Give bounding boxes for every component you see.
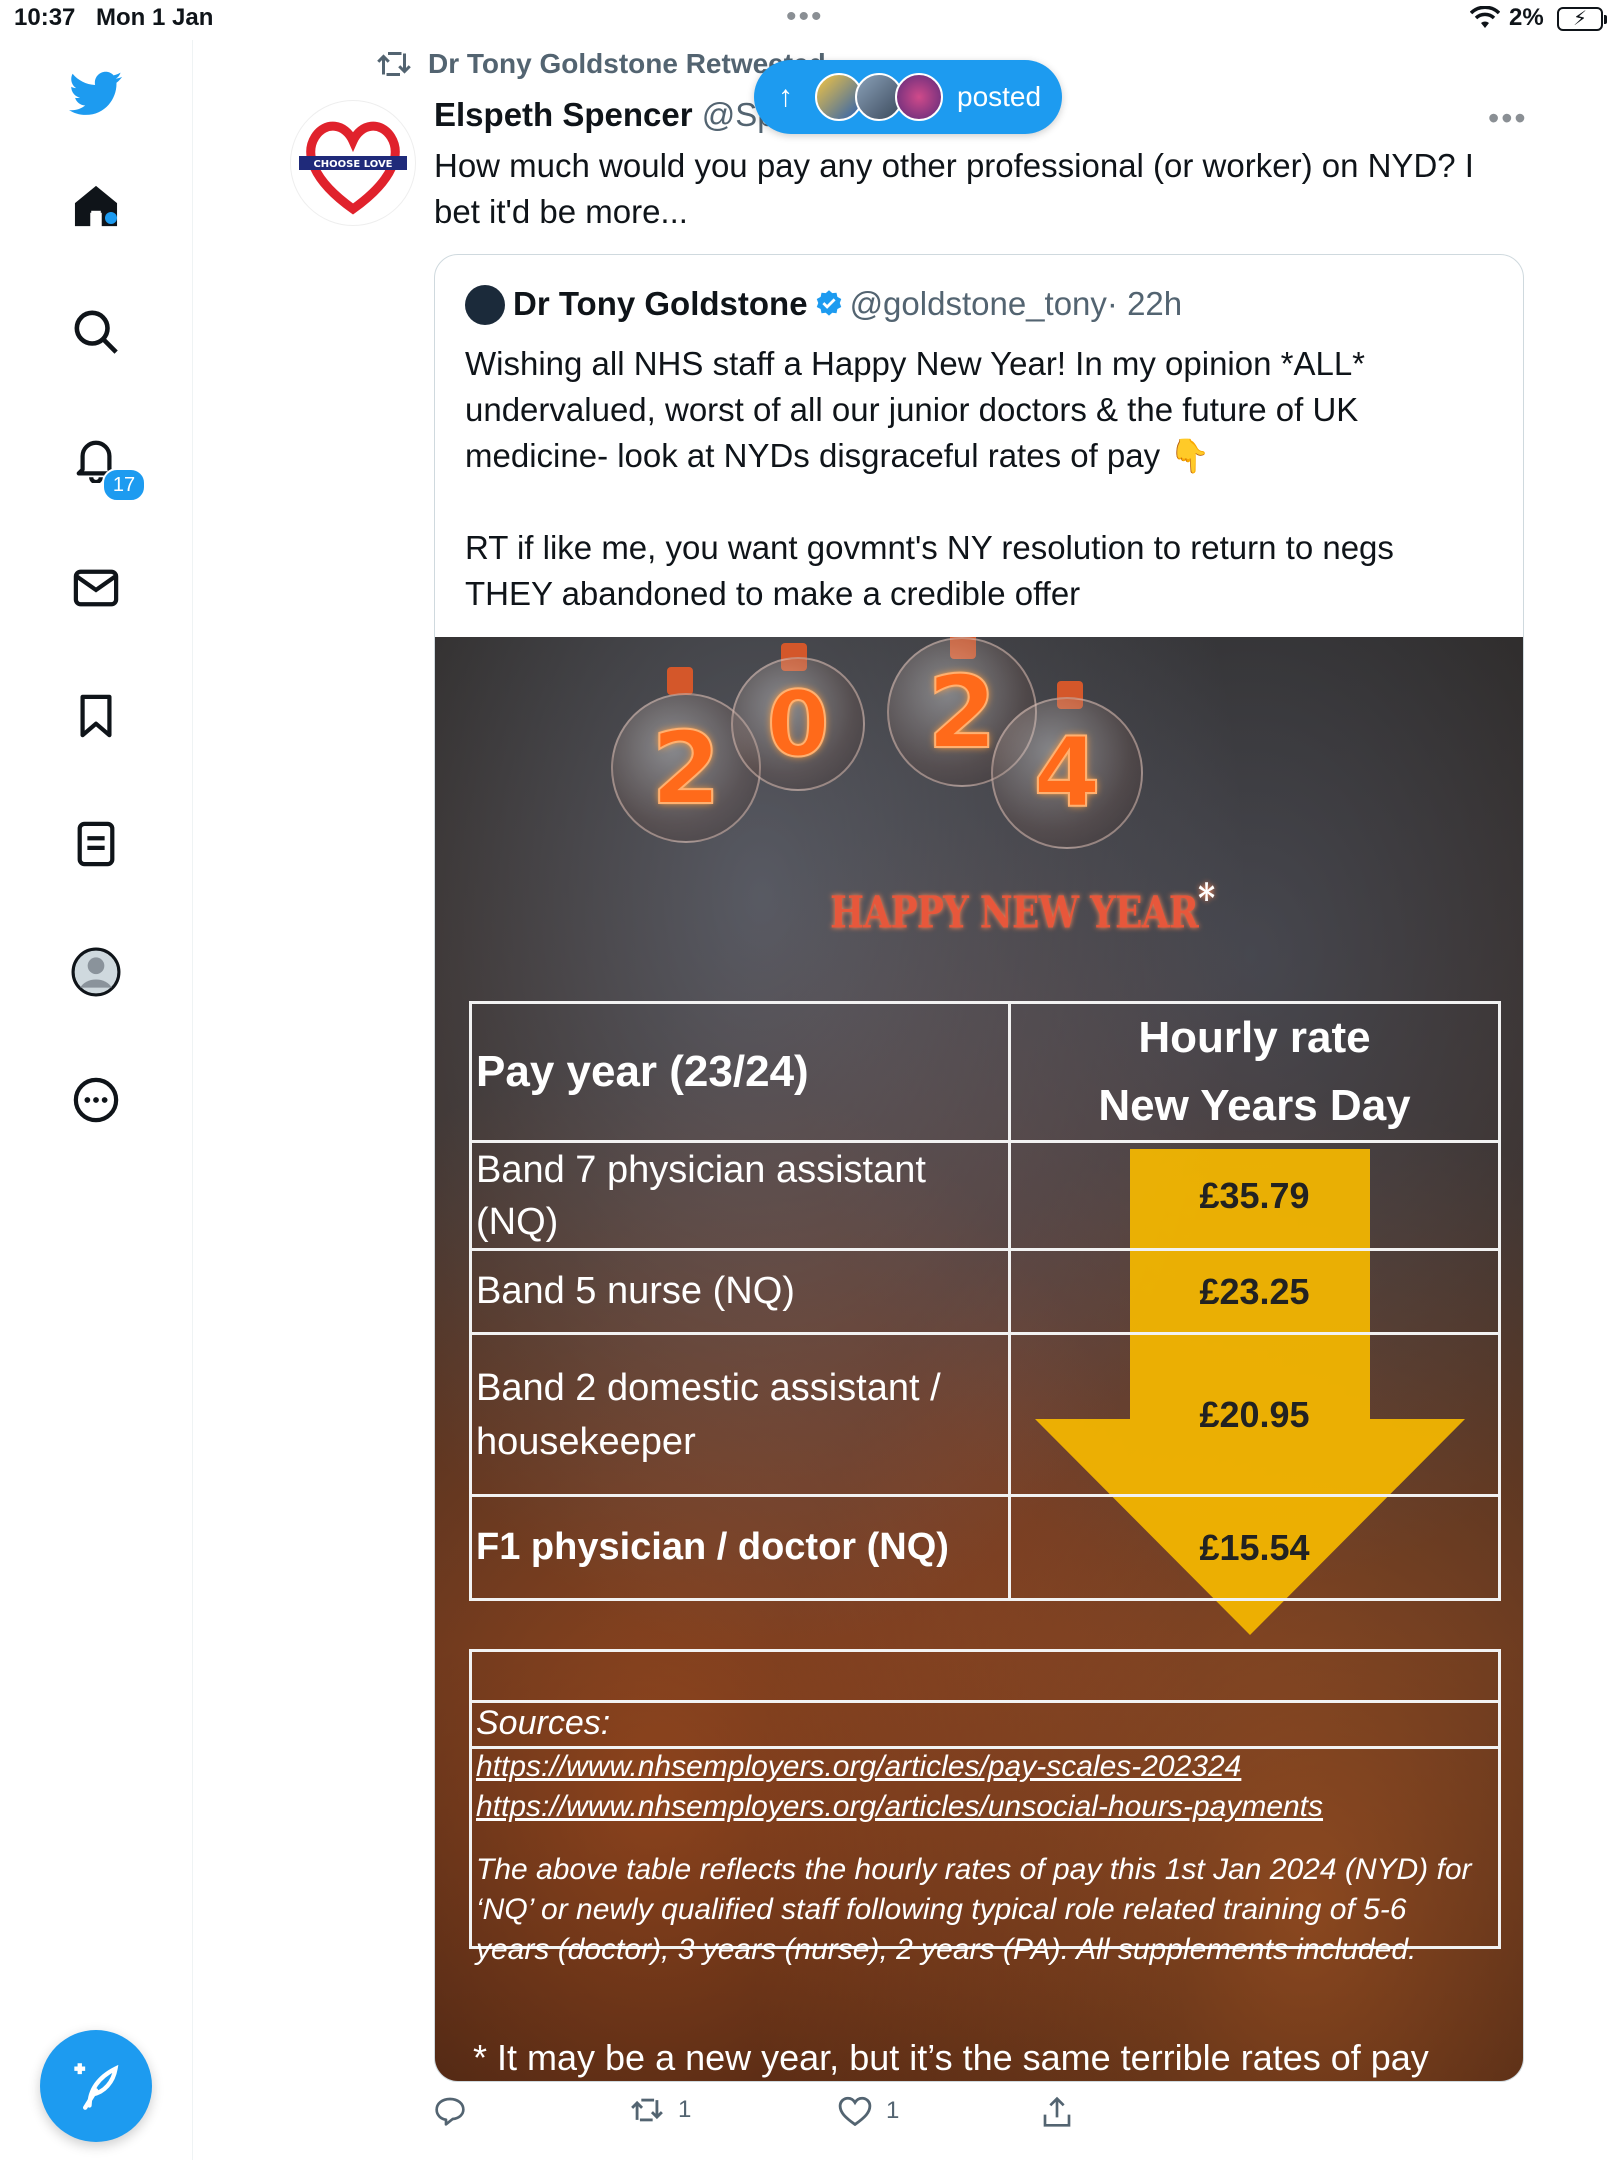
share-button[interactable] (1042, 2096, 1072, 2128)
quoted-tweet[interactable]: Dr Tony Goldstone @goldstone_tony· 22h Wi… (434, 254, 1524, 2082)
retweet-context[interactable]: Dr Tony Goldstone Retweeted (376, 48, 826, 80)
feather-icon (74, 2063, 119, 2110)
table-row-role: F1 physician / doctor (NQ) (469, 1494, 1011, 1601)
sidebar: 17 (0, 40, 193, 2160)
retweet-icon (631, 2098, 663, 2122)
author-line[interactable]: Elspeth Spencer @Sp (434, 96, 776, 134)
status-date: Mon 1 Jan (96, 4, 214, 31)
tweet-actions: 1 1 (434, 2096, 1522, 2140)
like-button[interactable]: 1 (838, 2096, 899, 2126)
retweet-button[interactable]: 1 (630, 2096, 691, 2124)
divider (472, 1746, 1498, 1749)
quoted-time: · 22h (1106, 285, 1183, 322)
tweet-text: How much would you pay any other profess… (434, 147, 1474, 230)
compose-tweet-button[interactable] (40, 2030, 152, 2142)
status-time: 10:37 (14, 4, 76, 31)
quoted-header: Dr Tony Goldstone @goldstone_tony· 22h (513, 285, 1182, 327)
home-icon[interactable] (68, 178, 124, 234)
quoted-author-handle[interactable]: @goldstone_tony (850, 285, 1107, 322)
sources-title: Sources: (476, 1704, 611, 1742)
heart-icon (838, 2096, 872, 2126)
table-row-rate: £20.95 (1008, 1332, 1501, 1497)
posted-label: posted (957, 81, 1042, 112)
reply-button[interactable] (434, 2096, 480, 2126)
reply-icon (435, 2097, 465, 2126)
pay-rate-table: Pay year (23/24) Hourly rate New Years D… (469, 1001, 1501, 1601)
search-icon[interactable] (68, 304, 124, 360)
svg-text:CHOOSE LOVE: CHOOSE LOVE (313, 159, 392, 170)
table-header-pay-year: Pay year (23/24) (469, 1001, 1011, 1143)
tweet-more-options-icon[interactable]: ••• (1488, 100, 1528, 137)
header-line-2: New Years Day (1098, 1081, 1411, 1130)
ornament-digit-4: 4 (991, 697, 1143, 849)
image-footnote: * It may be a new year, but it’s the sam… (473, 2037, 1429, 2078)
table-row-role: Band 2 domestic assistant / housekeeper (469, 1332, 1011, 1497)
source-url: https://www.nhsemployers.org/articles/un… (476, 1790, 1324, 1823)
bookmarks-icon[interactable] (68, 688, 124, 744)
header-line-1: Hourly rate (1138, 1013, 1371, 1062)
twitter-logo-icon[interactable] (68, 66, 124, 122)
quoted-text: Wishing all NHS staff a Happy New Year! … (465, 345, 1394, 612)
lists-icon[interactable] (68, 816, 124, 872)
poster-avatar (895, 73, 943, 121)
status-bar: 10:37 Mon 1 Jan ••• 2% ⚡ (0, 0, 1620, 40)
multitasking-dots-icon[interactable]: ••• (786, 0, 824, 34)
table-row-role: Band 7 physician assistant (NQ) (469, 1140, 1011, 1251)
source-url: https://www.nhsemployers.org/articles/pa… (476, 1750, 1242, 1783)
retweet-count: 1 (678, 2096, 692, 2123)
choose-love-heart-logo: CHOOSE LOVE (299, 121, 407, 215)
table-row-role: Band 5 nurse (NQ) (469, 1248, 1011, 1335)
author-name[interactable]: Elspeth Spencer (434, 96, 693, 133)
retweet-icon (377, 52, 411, 76)
messages-icon[interactable] (68, 560, 124, 616)
sources-box: Sources: https://www.nhsemployers.org/ar… (469, 1649, 1501, 1966)
table-row-rate: £23.25 (1008, 1248, 1501, 1335)
table-row-rate: £15.54 (1008, 1494, 1501, 1601)
quoted-author-name[interactable]: Dr Tony Goldstone (513, 285, 808, 322)
notifications-badge: 17 (102, 468, 146, 502)
table-row-rate: £35.79 (1008, 1140, 1501, 1251)
table-note: The above table reflects the hourly rate… (476, 1853, 1472, 1966)
verified-badge-icon (814, 289, 844, 327)
new-posts-pill[interactable]: ↑ posted (754, 60, 1062, 134)
arrow-up-icon: ↑ (778, 80, 793, 113)
battery-icon: ⚡ (1557, 7, 1607, 31)
ornament-cap (667, 667, 693, 695)
battery-percent: 2% (1509, 4, 1544, 31)
happy-new-year-banner: HAPPY NEW YEAR* (830, 875, 1215, 939)
profile-avatar-icon[interactable] (68, 944, 124, 1000)
ornament-digit-2: 0 (731, 657, 865, 791)
home-new-dot (105, 212, 117, 224)
tweet-image[interactable]: 2 0 2 4 HAPPY NEW YEAR* Pay year (23/24)… (435, 637, 1523, 2081)
share-icon (1043, 2096, 1071, 2127)
divider (472, 1700, 1498, 1703)
table-header-hourly-rate: Hourly rate New Years Day (1008, 1001, 1501, 1143)
quoted-author-avatar[interactable] (465, 285, 505, 325)
like-count: 1 (886, 2097, 900, 2124)
more-icon[interactable] (68, 1072, 124, 1128)
author-avatar[interactable]: CHOOSE LOVE (290, 100, 416, 226)
wifi-icon (1469, 5, 1501, 35)
